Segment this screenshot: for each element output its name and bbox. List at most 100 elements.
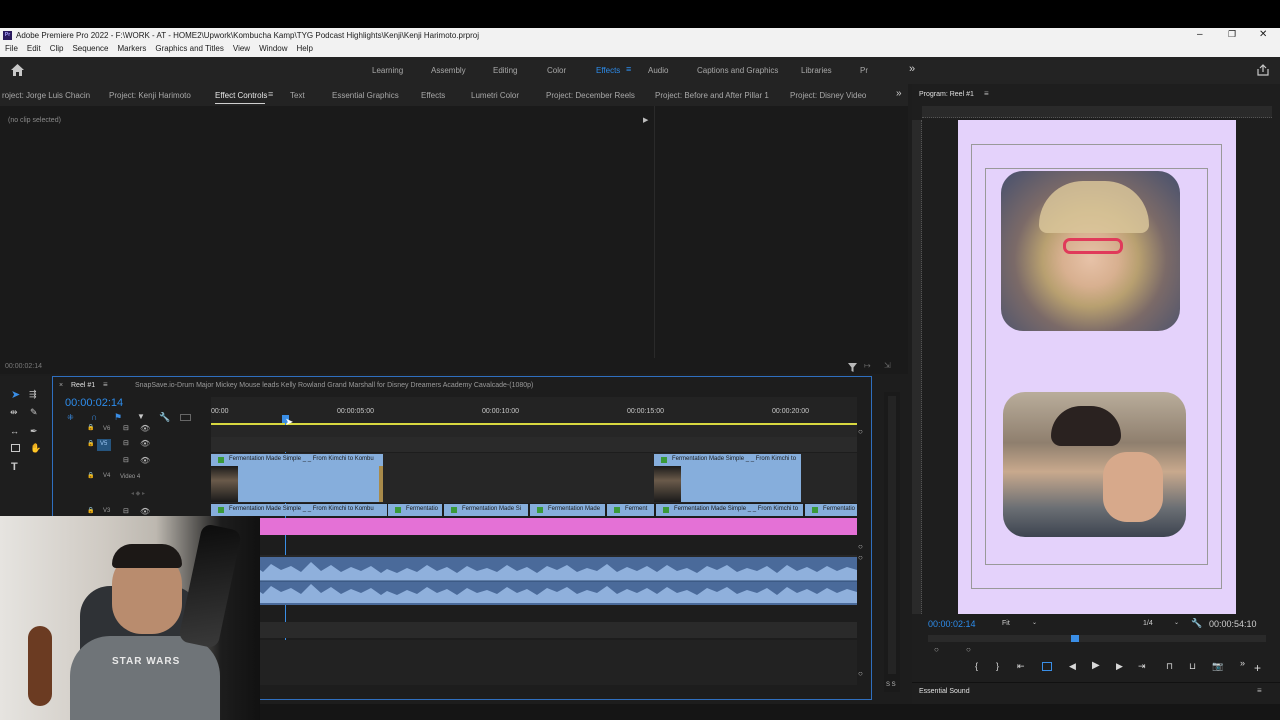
menu-clip[interactable]: Clip	[45, 43, 68, 57]
clip-v3-1[interactable]: Fermentation Made Simple _ _ From Kimchi…	[211, 504, 387, 516]
linked-selection-icon[interactable]: ∩	[91, 412, 97, 422]
effect-controls-menu-icon[interactable]: ≡	[268, 89, 273, 99]
v5-toggle-icon[interactable]: ⊟	[123, 439, 129, 447]
workspace-captions-graphics[interactable]: Captions and Graphics	[697, 66, 778, 75]
play-icon[interactable]: ▶	[1092, 660, 1100, 671]
resolution-select[interactable]: 1/4	[1143, 620, 1153, 627]
v4-keyframe-nav[interactable]: ◂ ◆ ▸	[131, 490, 145, 497]
out-handle[interactable]: ○	[966, 645, 971, 654]
essential-sound-tab[interactable]: Essential Sound	[919, 688, 970, 695]
v3-toggle-icon[interactable]: ⊟	[123, 507, 129, 515]
v4-toggle-icon[interactable]: ⊟	[123, 456, 129, 464]
monitor-overflow-icon[interactable]: »	[1240, 658, 1245, 668]
type-tool-icon[interactable]: T	[11, 461, 18, 473]
go-to-in-icon[interactable]: ⇤	[1017, 661, 1025, 672]
menu-edit[interactable]: Edit	[22, 43, 45, 57]
minimize-icon[interactable]: –	[1197, 29, 1203, 40]
zoom-select[interactable]: Fit	[1002, 620, 1010, 627]
program-monitor-menu-icon[interactable]: ≡	[984, 89, 989, 98]
essential-sound-menu-icon[interactable]: ≡	[1257, 686, 1262, 695]
v4-eye-icon[interactable]: 👁	[140, 456, 150, 465]
workspace-assembly[interactable]: Assembly	[431, 66, 466, 75]
close-icon[interactable]: ✕	[1259, 29, 1267, 40]
in-handle[interactable]: ○	[934, 645, 939, 654]
share-icon[interactable]	[1257, 64, 1269, 76]
tab-project-kenji[interactable]: Project: Kenji Harimoto	[109, 91, 191, 100]
clip-v3-4[interactable]: Fermentation Made	[530, 504, 605, 516]
workspace-pr[interactable]: Pr	[860, 66, 868, 75]
audio-waveform[interactable]	[211, 557, 857, 605]
toggle-proxy-icon[interactable]	[1042, 662, 1052, 671]
razor-tool-icon[interactable]: ✎	[30, 407, 38, 418]
tab-essential-graphics[interactable]: Essential Graphics	[332, 91, 399, 100]
v5-eye-icon[interactable]: 👁	[140, 439, 150, 448]
clip-v3-5[interactable]: Ferment	[607, 504, 654, 516]
menu-markers[interactable]: Markers	[113, 43, 151, 57]
program-playhead[interactable]	[1071, 635, 1079, 642]
track-select-tool-icon[interactable]: ⇶	[29, 389, 37, 400]
export-icon[interactable]: ⇲	[884, 361, 891, 370]
scroll-handle-mid2[interactable]: ○	[858, 553, 863, 562]
scroll-handle-mid[interactable]: ○	[858, 542, 863, 551]
menu-graphics-titles[interactable]: Graphics and Titles	[150, 43, 227, 57]
v4-lock-icon[interactable]: 🔒	[87, 472, 94, 479]
program-scrub-bar[interactable]	[928, 635, 1266, 642]
graphic-clip-pink[interactable]	[211, 518, 857, 535]
workspace-audio[interactable]: Audio	[648, 66, 668, 75]
menu-sequence[interactable]: Sequence	[67, 43, 112, 57]
v6-lock-icon[interactable]: 🔒	[87, 424, 94, 431]
v6-toggle-icon[interactable]: ⊟	[123, 424, 129, 432]
video-frame[interactable]	[958, 120, 1236, 614]
menu-window[interactable]: Window	[254, 43, 291, 57]
workspace-libraries[interactable]: Libraries	[801, 66, 832, 75]
restore-icon[interactable]: ❐	[1228, 29, 1236, 40]
scroll-handle-top[interactable]: ○	[858, 427, 863, 436]
clip-v3-7[interactable]: Fermentatio	[805, 504, 857, 516]
tab-project-before-after[interactable]: Project: Before and After Pillar 1	[655, 91, 769, 100]
program-monitor-title[interactable]: Program: Reel #1	[919, 91, 974, 98]
add-button-icon[interactable]: +	[1254, 661, 1261, 675]
v6-v5-lock-icon[interactable]: 🔒	[87, 440, 94, 447]
settings-wrench-icon[interactable]: 🔧	[1191, 618, 1202, 629]
zoom-select-chevron-icon[interactable]: ⌄	[1032, 619, 1037, 626]
program-timecode[interactable]: 00:00:02:14	[928, 619, 976, 629]
tab-project-december-reels[interactable]: Project: December Reels	[546, 91, 635, 100]
workspace-color[interactable]: Color	[547, 66, 566, 75]
mark-out-icon[interactable]: }	[996, 661, 999, 671]
mark-in-icon[interactable]: {	[975, 661, 978, 671]
close-sequence-icon[interactable]: ×	[59, 382, 63, 389]
ripple-edit-tool-icon[interactable]: ⇹	[10, 407, 18, 418]
menu-file[interactable]: File	[0, 43, 22, 57]
menu-help[interactable]: Help	[292, 43, 317, 57]
resolution-chevron-icon[interactable]: ⌄	[1174, 619, 1179, 626]
track-label-v5[interactable]: V5	[97, 439, 111, 451]
home-icon[interactable]	[11, 64, 24, 76]
filter-icon[interactable]	[848, 363, 857, 372]
tab-effect-controls[interactable]: Effect Controls	[215, 91, 267, 100]
scroll-handle-bottom[interactable]: ○	[858, 669, 863, 678]
marker-icon[interactable]: ▼	[137, 412, 145, 421]
captions-icon[interactable]	[180, 414, 191, 421]
sequence-tab-snapsave[interactable]: SnapSave.io-Drum Major Mickey Mouse lead…	[135, 382, 533, 389]
tab-lumetri-color[interactable]: Lumetri Color	[471, 91, 519, 100]
workspace-menu-icon[interactable]: ≡	[626, 64, 631, 74]
insert-icon[interactable]: ⊓	[1166, 661, 1173, 672]
step-back-icon[interactable]: ◀	[1069, 661, 1076, 672]
export-frame-camera-icon[interactable]: 📷	[1212, 661, 1223, 672]
slip-tool-icon[interactable]: ↔	[10, 426, 19, 436]
step-forward-icon[interactable]: ▶	[1116, 661, 1123, 672]
sequence-tab-reel1[interactable]: Reel #1	[71, 382, 95, 389]
tab-project-jorge[interactable]: roject: Jorge Luis Chacin	[2, 91, 90, 100]
panel-tabs-overflow-icon[interactable]: »	[896, 88, 902, 99]
expand-arrow-icon[interactable]: ▶	[643, 116, 648, 124]
export-frame-icon[interactable]: ↦	[864, 361, 871, 370]
v6-eye-icon[interactable]: 👁	[140, 424, 150, 433]
wrench-icon[interactable]: 🔧	[159, 412, 170, 423]
pen-tool-icon[interactable]: ✒	[30, 426, 38, 437]
overwrite-icon[interactable]: ⊔	[1189, 661, 1196, 672]
workspace-effects[interactable]: Effects	[596, 66, 620, 75]
workspace-overflow-icon[interactable]: »	[909, 63, 915, 75]
tab-effects[interactable]: Effects	[421, 91, 445, 100]
workspace-editing[interactable]: Editing	[493, 66, 517, 75]
menu-view[interactable]: View	[228, 43, 254, 57]
